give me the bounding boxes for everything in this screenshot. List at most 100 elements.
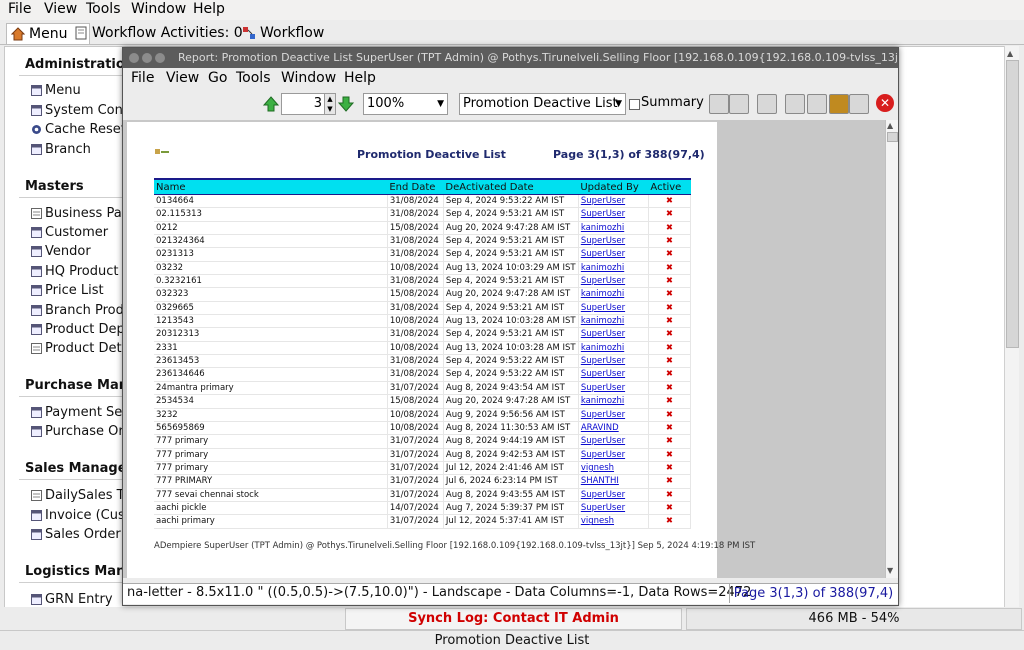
cell-updated-by[interactable]: SuperUser — [578, 327, 649, 342]
menu-item-purchase-order[interactable]: Purchase Ord — [45, 424, 132, 439]
scrollbar-thumb[interactable] — [1006, 60, 1019, 348]
menu-window[interactable]: Window — [131, 1, 186, 17]
archive-icon[interactable] — [807, 94, 827, 114]
cell-updated-by[interactable]: SuperUser — [578, 367, 649, 382]
section-title-purchase[interactable]: Purchase Mana — [25, 378, 137, 393]
cell-active: ✖ — [648, 461, 692, 476]
report-select[interactable]: Promotion Deactive List ▼ — [459, 93, 626, 115]
export-icon[interactable] — [785, 94, 805, 114]
cell-updated-by[interactable]: vignesh — [578, 461, 649, 476]
search-icon[interactable] — [729, 94, 749, 114]
column-header-deactivated-date[interactable]: DeActivated Date — [443, 178, 579, 195]
cell-updated-by[interactable]: SuperUser — [578, 381, 649, 396]
menu-panel-scrollbar[interactable]: ▲ ▼ — [1004, 46, 1019, 620]
column-header-end-date[interactable]: End Date — [387, 178, 444, 195]
menu-item-cache-reset[interactable]: Cache Reset — [45, 122, 126, 137]
zoom-across-icon[interactable] — [849, 94, 869, 114]
cell-end-date: 10/08/2024 — [387, 314, 444, 329]
zoom-select[interactable]: 100% ▼ — [363, 93, 448, 115]
tab-workflow[interactable]: Workflow — [238, 23, 348, 43]
cell-active: ✖ — [648, 408, 692, 422]
cell-updated-by[interactable]: SuperUser — [578, 448, 649, 462]
menu-help[interactable]: Help — [193, 1, 225, 17]
menu-item-dailysales[interactable]: DailySales Te — [45, 488, 130, 503]
menu-item-system-configurator[interactable]: System Conf — [45, 103, 127, 118]
summary-checkbox[interactable] — [629, 99, 640, 110]
cell-updated-by[interactable]: kanimozhi — [578, 261, 649, 276]
cell-updated-by[interactable]: kanimozhi — [578, 221, 649, 236]
scroll-down-icon[interactable]: ▼ — [887, 566, 893, 575]
cell-updated-by[interactable]: SuperUser — [578, 274, 649, 289]
cell-deactivated-date: Sep 4, 2024 9:53:21 AM IST — [443, 234, 579, 249]
page-stepper[interactable]: ▲ ▼ — [324, 93, 336, 115]
cell-updated-by[interactable]: SuperUser — [578, 501, 649, 516]
scroll-up-icon[interactable]: ▲ — [1007, 49, 1013, 58]
cell-updated-by[interactable]: vignesh — [578, 514, 649, 529]
menu-item-hq-product[interactable]: HQ Product M — [45, 264, 134, 279]
menu-item-invoice-customer[interactable]: Invoice (Cust — [45, 508, 130, 523]
section-title-masters[interactable]: Masters — [25, 179, 84, 194]
report-menu-tools[interactable]: Tools — [236, 70, 271, 86]
section-title-logistics[interactable]: Logistics Mana — [25, 564, 134, 579]
cell-updated-by[interactable]: SuperUser — [578, 488, 649, 502]
menu-item-branch[interactable]: Branch — [45, 142, 91, 157]
cell-updated-by[interactable]: SuperUser — [578, 194, 649, 209]
cell-end-date: 14/07/2024 — [387, 501, 444, 516]
tab-workflow-activities[interactable]: Workflow Activities: 0 — [70, 23, 258, 43]
cell-updated-by[interactable]: SuperUser — [578, 354, 649, 369]
report-window-titlebar[interactable]: Report: Promotion Deactive List SuperUse… — [123, 48, 898, 68]
cell-updated-by[interactable]: SuperUser — [578, 247, 649, 262]
cell-deactivated-date: Sep 4, 2024 9:53:22 AM IST — [443, 354, 579, 369]
report-menu-help[interactable]: Help — [344, 70, 376, 86]
menu-view[interactable]: View — [44, 1, 77, 17]
cell-updated-by[interactable]: SuperUser — [578, 408, 649, 422]
cell-active: ✖ — [648, 207, 692, 222]
document-icon[interactable] — [829, 94, 849, 114]
menu-item-branch-product[interactable]: Branch Produ — [45, 303, 132, 318]
cell-updated-by[interactable]: SuperUser — [578, 207, 649, 222]
menu-item-product-department[interactable]: Product Depa — [45, 322, 133, 337]
menu-item-price-list[interactable]: Price List — [45, 283, 104, 298]
cell-updated-by[interactable]: ARAVIND — [578, 421, 649, 436]
next-page-icon[interactable] — [337, 95, 355, 113]
cell-updated-by[interactable]: SHANTHI — [578, 474, 649, 489]
menu-file[interactable]: File — [8, 1, 31, 17]
section-title-sales[interactable]: Sales Manager — [25, 461, 133, 476]
window-minimize-icon[interactable] — [142, 53, 152, 63]
window-maximize-icon[interactable] — [155, 53, 165, 63]
scrollbar-thumb[interactable] — [887, 132, 898, 142]
column-header-name[interactable]: Name — [154, 178, 388, 195]
report-menu-go[interactable]: Go — [208, 70, 227, 86]
close-report-icon[interactable]: ✕ — [876, 94, 894, 112]
menu-item-product-detail[interactable]: Product Deta — [45, 341, 130, 356]
window-close-icon[interactable] — [129, 53, 139, 63]
report-scrollbar[interactable]: ▲ ▼ — [885, 120, 898, 578]
cell-updated-by[interactable]: kanimozhi — [578, 341, 649, 356]
tools-icon[interactable] — [709, 94, 729, 114]
menu-item-payment-selection[interactable]: Payment Sele — [45, 405, 134, 420]
page-number-field[interactable]: 3 — [281, 93, 327, 115]
menu-item-menu[interactable]: Menu — [45, 83, 81, 98]
menu-item-grn-entry[interactable]: GRN Entry — [45, 592, 113, 607]
column-header-active[interactable]: Active — [648, 178, 691, 195]
section-title-administration[interactable]: Administration — [25, 57, 134, 72]
scroll-up-icon[interactable]: ▲ — [887, 121, 893, 130]
column-header-updated-by[interactable]: Updated By — [578, 178, 649, 195]
cell-updated-by[interactable]: kanimozhi — [578, 287, 649, 302]
cell-updated-by[interactable]: SuperUser — [578, 434, 649, 449]
menu-item-business-partner[interactable]: Business Part — [45, 206, 132, 221]
previous-page-icon[interactable] — [262, 95, 280, 113]
cell-name: 0329665 — [154, 301, 388, 316]
menu-tools[interactable]: Tools — [86, 1, 121, 17]
cell-updated-by[interactable]: SuperUser — [578, 234, 649, 249]
print-icon[interactable] — [757, 94, 777, 114]
report-menu-window[interactable]: Window — [281, 70, 336, 86]
report-menu-view[interactable]: View — [166, 70, 199, 86]
cell-updated-by[interactable]: SuperUser — [578, 301, 649, 316]
cell-updated-by[interactable]: kanimozhi — [578, 314, 649, 329]
menu-item-vendor[interactable]: Vendor — [45, 244, 91, 259]
menu-item-sales-order[interactable]: Sales Order — [45, 527, 121, 542]
menu-item-customer[interactable]: Customer — [45, 225, 108, 240]
cell-updated-by[interactable]: kanimozhi — [578, 394, 649, 409]
report-menu-file[interactable]: File — [131, 70, 154, 86]
